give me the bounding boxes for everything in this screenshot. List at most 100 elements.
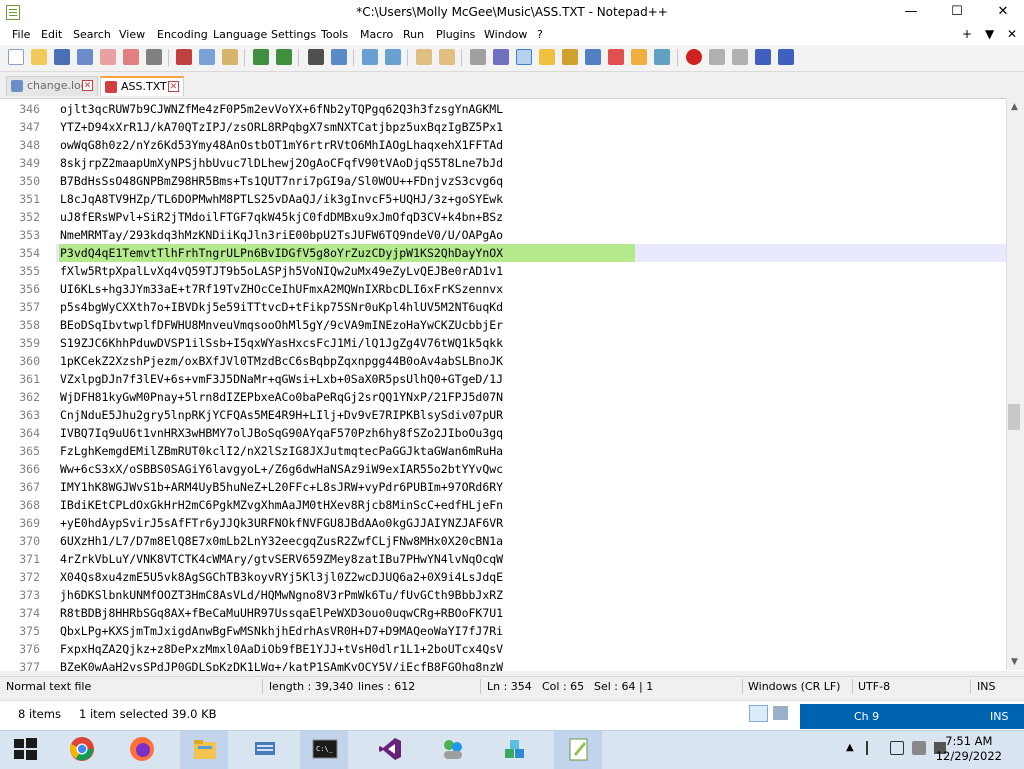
close-file-icon[interactable] [100, 49, 116, 65]
new-tab-plus-icon[interactable]: + [962, 27, 972, 41]
code-line[interactable]: 4rZrkVbLuY/VNK8VTCTK4cWMAry/gtvSERV659ZM… [60, 550, 503, 568]
tab-ass-txt[interactable]: ASS.TXT ✕ [100, 76, 184, 96]
taskbar-visual-studio[interactable] [365, 731, 413, 769]
taskbar-chrome[interactable] [57, 731, 105, 769]
code-line[interactable]: jh6DKSlbnkUNMfOOZT3HmC8AsVLd/HQMwNgno8V3… [60, 586, 503, 604]
paste-icon[interactable] [222, 49, 238, 65]
code-line[interactable]: fXlw5RtpXpalLvXq4vQ59TJT9b5oLASPjh5VoNIQ… [60, 262, 503, 280]
zoom-out-icon[interactable] [385, 49, 401, 65]
menu-help[interactable]: ? [537, 28, 543, 41]
word-wrap-icon[interactable] [470, 49, 486, 65]
editor-area[interactable]: 346 347 348 349 350 351 352 353 354 355 356 357 358 3… [0, 98, 1024, 671]
scrollbar-thumb[interactable] [1008, 404, 1020, 430]
encoding-status[interactable]: UTF-8 [858, 680, 890, 693]
maximize-button[interactable]: ☐ [934, 0, 980, 25]
taskbar-notepadpp[interactable] [554, 731, 602, 769]
code-line[interactable]: owWqG8h0z2/nYz6Kd53Ymy48AnOstbOT1mY6rtrR… [60, 136, 503, 154]
close-tab-icon[interactable]: ✕ [168, 81, 179, 92]
code-line[interactable]: IMY1hK8WGJWvS1b+ARM4UyB5huNeZ+L20FFc+L8s… [60, 478, 503, 496]
minimize-button[interactable]: — [888, 0, 934, 25]
zoom-in-icon[interactable] [362, 49, 378, 65]
code-line[interactable]: uJ8fERsWPvl+SiR2jTMdoilFTGF7qkW45kjC0fdD… [60, 208, 503, 226]
volume-icon[interactable] [912, 741, 926, 755]
find-icon[interactable] [308, 49, 324, 65]
start-button[interactable] [0, 731, 48, 769]
code-line[interactable]: IBdiKEtCPLdOxGkHrH2mC6PgkMZvgXhmAaJM0tHX… [60, 496, 503, 514]
details-view-icon[interactable] [749, 705, 768, 722]
code-line[interactable]: VZxlpgDJn7f3lEV+6s+vmF3J5DNaMr+qGWsi+Lxb… [60, 370, 503, 388]
code-line[interactable]: X04Qs8xu4zmE5U5vk8AgSGChTB3koyvRYj5Kl3jl… [60, 568, 503, 586]
run-macro-multiple-icon[interactable] [755, 49, 771, 65]
code-line[interactable]: CnjNduE5Jhu2gry5lnpRKjYCFQAs5ME4R9H+LIlj… [60, 406, 503, 424]
flag-icon[interactable] [866, 741, 882, 755]
large-icons-view-icon[interactable] [773, 706, 788, 720]
scroll-down-icon[interactable]: ▼ [1006, 655, 1023, 669]
copy-icon[interactable] [199, 49, 215, 65]
code-line[interactable]: QbxLPg+KXSjmTmJxigdAnwBgFwMSNkhjhEdrhAsV… [60, 622, 503, 640]
folder-workspace-icon[interactable] [631, 49, 647, 65]
tab-changelog[interactable]: change.log ✕ [6, 76, 98, 96]
close-all-icon[interactable] [123, 49, 139, 65]
code-line[interactable]: IVBQ7Iq9uU6t1vnHRX3wHBMY7olJBoSqG90AYqaF… [60, 424, 503, 442]
taskbar-cmd[interactable]: C:\_ [300, 731, 348, 769]
code-line[interactable]: UI6KLs+hg3JYm33aE+t7Rf19TvZHOcCeIhUFmxA2… [60, 280, 503, 298]
code-line[interactable]: 1pKCekZ2XzshPjezm/oxBXfJVl0TMzdBcC6sBqbp… [60, 352, 503, 370]
scroll-up-icon[interactable]: ▲ [1006, 100, 1023, 114]
code-line[interactable]: FxpxHqZA2Qjkz+z8DePxzMmxl0AaDiOb9fBE1YJJ… [60, 640, 503, 658]
menu-language[interactable]: Language [213, 28, 267, 41]
tab-list-dropdown-icon[interactable]: ▼ [985, 27, 994, 41]
menu-settings[interactable]: Settings [271, 28, 316, 41]
lang-define-icon[interactable] [539, 49, 555, 65]
new-file-icon[interactable] [8, 49, 24, 65]
menu-view[interactable]: View [119, 28, 145, 41]
code-line[interactable]: Ww+6cS3xX/oSBBS0SAGiY6lavgyoL+/Z6g6dwHaN… [60, 460, 503, 478]
code-line[interactable]: FzLghKemgdEMilZBmRUT0kclI2/nX2lSzIG8JXJu… [60, 442, 503, 460]
indent-guide-icon[interactable] [516, 49, 532, 65]
code-line[interactable]: +yE0hdAypSvirJ5sAfFTr6yJJQk3URFNOkfNVFGU… [60, 514, 503, 532]
code-line[interactable]: 6UXzHh1/L7/D7m8ElQ8E7x0mLb2LnY32eecgqZus… [60, 532, 503, 550]
code-line[interactable]: 8skjrpZ2maapUmXyNPSjhbUvuc7lDLhewj2OgAoC… [60, 154, 503, 172]
menu-edit[interactable]: Edit [41, 28, 62, 41]
record-macro-icon[interactable] [686, 49, 702, 65]
code-line[interactable]: p5s4bgWyCXXth7o+IBVDkj5e59iTTtvcD+tFikp7… [60, 298, 503, 316]
show-hidden-icons-icon[interactable]: ▲ [846, 742, 854, 753]
undo-icon[interactable] [253, 49, 269, 65]
open-file-icon[interactable] [31, 49, 47, 65]
monitoring-icon[interactable] [654, 49, 670, 65]
menu-encoding[interactable]: Encoding [157, 28, 208, 41]
code-line[interactable]: WjDFH81kyGwM0Pnay+5lrn8dIZEPbxeACo0baPeR… [60, 388, 503, 406]
menu-tools[interactable]: Tools [321, 28, 348, 41]
function-list-icon[interactable] [608, 49, 624, 65]
menu-window[interactable]: Window [484, 28, 527, 41]
play-macro-icon[interactable] [732, 49, 748, 65]
taskbar-package-app[interactable] [490, 731, 538, 769]
print-icon[interactable] [146, 49, 162, 65]
doc-list-icon[interactable] [585, 49, 601, 65]
network-icon[interactable] [890, 741, 904, 755]
show-all-chars-icon[interactable] [493, 49, 509, 65]
code-line[interactable]: YTZ+D94xXrR1J/kA70QTzIPJ/zsORL8RPqbgX7sm… [60, 118, 503, 136]
code-line[interactable]: R8tBDBj8HHRbSGq8AX+fBeCaMuUHR97UssqaElPe… [60, 604, 503, 622]
taskbar-keyboard-app[interactable] [240, 731, 288, 769]
code-line[interactable]: ojlt3qcRUW7b9CJWNZfMe4zF0P5m2evVoYX+6fNb… [60, 100, 503, 118]
menu-run[interactable]: Run [403, 28, 424, 41]
menu-plugins[interactable]: Plugins [436, 28, 475, 41]
redo-icon[interactable] [276, 49, 292, 65]
tray-clock[interactable]: 7:51 AM 12/29/2022 [936, 734, 1002, 764]
close-tab-icon[interactable]: ✕ [82, 80, 93, 91]
sync-vertical-icon[interactable] [416, 49, 432, 65]
code-line[interactable]: P3vdQ4qE1TemvtTlhFrhTngrULPn6BvIDGfV5g8o… [60, 244, 503, 262]
menu-file[interactable]: File [12, 28, 30, 41]
insert-mode[interactable]: INS [977, 680, 995, 693]
code-line[interactable]: BEoDSqIbvtwplfDFWHU8MnveuVmqsooOhMl5gY/9… [60, 316, 503, 334]
sync-horizontal-icon[interactable] [439, 49, 455, 65]
vertical-scrollbar[interactable] [1006, 98, 1024, 670]
stop-macro-icon[interactable] [709, 49, 725, 65]
eol-format[interactable]: Windows (CR LF) [748, 680, 840, 693]
save-icon[interactable] [54, 49, 70, 65]
taskbar-firefox[interactable] [117, 731, 165, 769]
menu-search[interactable]: Search [73, 28, 111, 41]
code-line[interactable]: BZeK0wAaH2vsSPdJP0GDLSpKzDK1LWg+/katP1SA… [60, 658, 503, 671]
close-button[interactable]: ✕ [980, 0, 1024, 25]
save-macro-icon[interactable] [778, 49, 794, 65]
